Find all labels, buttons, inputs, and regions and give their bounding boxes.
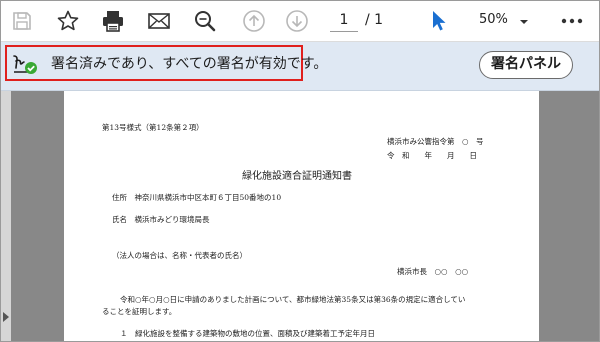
mayor-signature-line: 横浜市長 ○○ ○○ (397, 267, 469, 276)
chevron-down-icon[interactable] (511, 9, 537, 35)
side-panel-collapsed[interactable] (1, 91, 11, 341)
signature-valid-icon (11, 52, 41, 76)
toolbar: 1 / 1 50% (1, 1, 599, 42)
expand-panel-arrow-icon[interactable] (3, 312, 9, 322)
zoom-select[interactable]: 50% (479, 9, 508, 31)
print-icon[interactable] (100, 8, 126, 34)
cursor-icon[interactable] (425, 8, 451, 34)
signature-status-message: 署名済みであり、すべての署名が有効です。 (51, 56, 328, 72)
page-down-icon[interactable] (284, 8, 310, 34)
form-number: 第13号様式（第12条第２項） (102, 123, 204, 132)
document-date: 令 和 年 月 日 (387, 151, 477, 160)
document-title: 緑化施設適合証明通知書 (242, 171, 352, 182)
signature-panel-button[interactable]: 署名パネル (479, 51, 573, 79)
item-1: １ 緑化施設を整備する建築物の敷地の位置、面積及び建築着工予定年月日 (120, 329, 375, 338)
recipient-address: 住所 神奈川県横浜市中区本町６丁目50番地の10 (112, 193, 282, 202)
body-text-line-1: 令和○年○月○日に申請のありました計画について、都市緑地法第35条又は第36条の… (120, 295, 466, 304)
recipient-name: 氏名 横浜市みどり環境局長 (112, 215, 210, 224)
reference-number: 横浜市み公響指令第 ○ 号 (387, 137, 484, 146)
body-text-line-2: ることを証明します。 (102, 307, 177, 316)
page-total-label: / 1 (365, 12, 384, 28)
mail-icon[interactable] (146, 8, 172, 34)
pdf-viewer-window: 1 / 1 50% 署名済みであり、すべての署名が有効です。 署名パネル 第13… (0, 0, 600, 342)
save-icon[interactable] (9, 8, 35, 34)
corporate-note: （法人の場合は、名称・代表者の氏名） (112, 251, 247, 260)
signature-bar: 署名済みであり、すべての署名が有効です。 署名パネル (1, 42, 599, 91)
page-up-icon[interactable] (241, 8, 267, 34)
page-number-input[interactable]: 1 (330, 9, 358, 32)
pdf-page: 第13号様式（第12条第２項） 横浜市み公響指令第 ○ 号 令 和 年 月 日 … (64, 91, 539, 341)
more-icon[interactable] (559, 8, 585, 34)
star-icon[interactable] (55, 8, 81, 34)
zoom-icon[interactable] (192, 8, 218, 34)
